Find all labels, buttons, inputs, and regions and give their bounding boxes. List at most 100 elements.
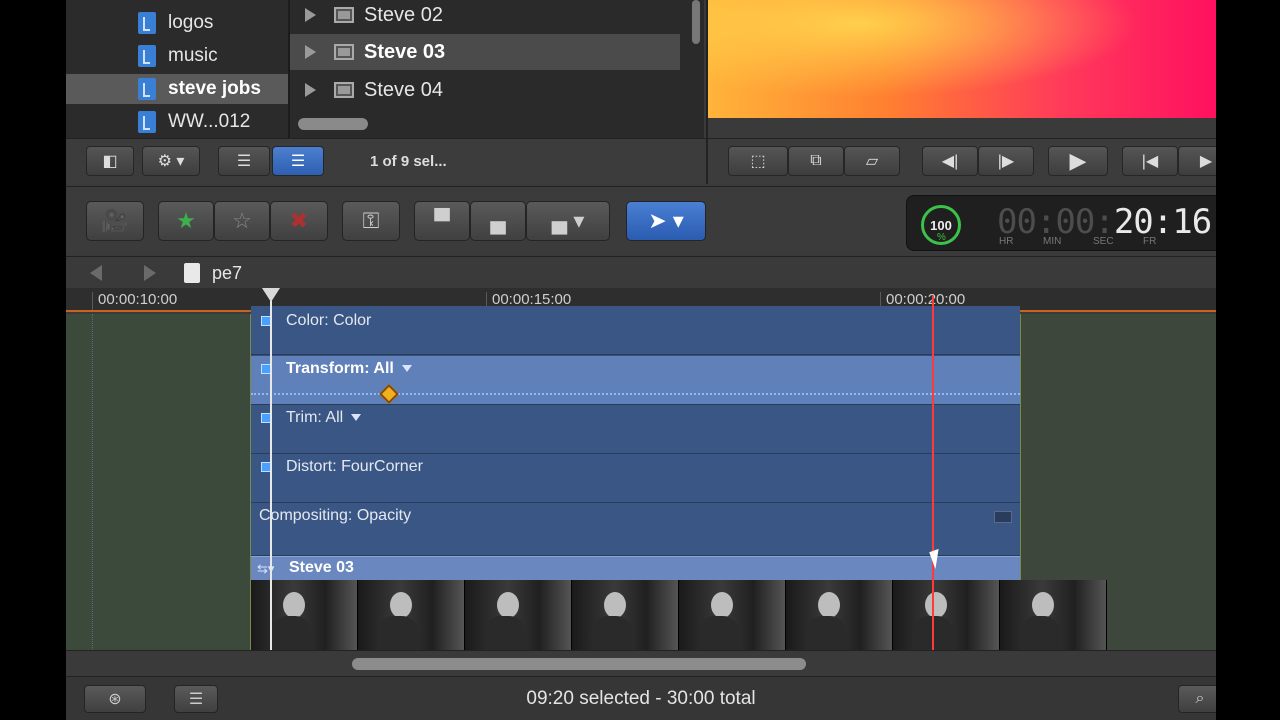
filmstrip-frame <box>786 580 893 650</box>
effect-row-trim[interactable]: Trim: All <box>251 405 1020 454</box>
tc-percent-sign: % <box>937 232 946 243</box>
effect-label-text: Transform: All <box>286 360 394 377</box>
effect-label: Trim: All <box>286 409 362 427</box>
select-tool-button[interactable]: ➤ ▾ <box>626 201 706 241</box>
go-to-start-button[interactable]: |◀ <box>1122 146 1178 176</box>
back-arrow-icon[interactable] <box>90 265 102 281</box>
selection-status: 09:20 selected - 30:00 total <box>526 688 756 709</box>
go-to-end-button[interactable]: ▶ <box>1178 146 1216 176</box>
reject-icon: ✖ <box>289 208 309 233</box>
append-clip-icon: ▄ ▾ <box>551 208 585 233</box>
browser-clip-row[interactable]: Steve 04 <box>290 72 680 108</box>
event-icon <box>138 111 156 133</box>
compositing-toggle-icon[interactable] <box>994 511 1012 523</box>
connect-clip-button[interactable]: ▀ <box>414 201 470 241</box>
previous-frame-icon: ◀| <box>941 153 959 170</box>
forward-arrow-icon[interactable] <box>144 265 156 281</box>
crop-button[interactable]: ⧉ <box>788 146 844 176</box>
dashboard-timecode[interactable]: 100 % 00:00:20:16 HR MIN SEC FR <box>906 195 1216 251</box>
disclosure-arrow-icon[interactable] <box>305 83 316 97</box>
timeline-guide <box>92 314 93 650</box>
browser-clip-row[interactable]: Steve 03 <box>290 34 680 70</box>
browser-clip-row[interactable]: Steve 02 <box>290 0 680 33</box>
filmstrip-view-button[interactable]: ☰ <box>218 146 270 176</box>
toggle-library-button[interactable]: ◧ <box>86 146 134 176</box>
playhead[interactable] <box>270 288 272 650</box>
action-menu-button[interactable]: ⚙ ▾ <box>142 146 200 176</box>
append-clip-button[interactable]: ▄ ▾ <box>526 201 610 241</box>
timeline-header: pe7 <box>66 256 1216 288</box>
magnifier-icon: ⌕ <box>1195 690 1205 707</box>
effect-label: Distort: FourCorner <box>286 458 423 475</box>
project-name: pe7 <box>212 263 243 283</box>
timecode-value: 20:16 <box>1113 202 1212 242</box>
transform-button[interactable]: ⬚ <box>728 146 788 176</box>
library-item-music[interactable]: music <box>66 41 288 71</box>
insert-clip-button[interactable]: ▄ <box>470 201 526 241</box>
timeline-clip-header[interactable]: ⇆▾ Steve 03 <box>251 556 1020 580</box>
timeline-status-bar: ⊛ ☰ 09:20 selected - 30:00 total ⌕ <box>66 676 1216 720</box>
effect-label: Transform: All <box>286 360 412 378</box>
reject-button[interactable]: ✖ <box>270 201 328 241</box>
play-button[interactable]: ▶ <box>1048 146 1108 176</box>
library-item-steve-jobs[interactable]: steve jobs <box>66 74 288 104</box>
viewer-toolbar: ⬚ ⧉ ▱ ◀| |▶ ▶ |◀ ▶ <box>708 138 1216 184</box>
select-tool-icon: ➤ ▾ <box>648 208 684 233</box>
previous-frame-button[interactable]: ◀| <box>922 146 978 176</box>
chevron-down-icon[interactable] <box>351 414 362 422</box>
distort-button[interactable]: ▱ <box>844 146 900 176</box>
filmstrip-view-icon: ☰ <box>236 153 252 170</box>
keyword-button[interactable]: ⚿ <box>342 201 400 241</box>
timeline-clip-name: Steve 03 <box>289 559 354 576</box>
clip-label: Steve 03 <box>364 40 446 63</box>
disclosure-arrow-icon[interactable] <box>305 8 316 22</box>
library-label: music <box>168 45 218 66</box>
project-icon <box>184 263 200 283</box>
filmstrip-frame <box>358 580 465 650</box>
library-item-logos[interactable]: logos <box>66 8 288 38</box>
unrate-star-icon: ☆ <box>232 208 252 233</box>
chevron-down-icon[interactable] <box>401 365 412 373</box>
final-cut-pro-window: logos music steve jobs WW...012 Steve 02… <box>66 0 1216 720</box>
connect-clip-icon: ▀ <box>434 208 450 233</box>
effect-row-color[interactable]: Color: Color <box>251 306 1020 355</box>
browser-horizontal-scrollbar[interactable] <box>298 118 368 130</box>
timeline-scroll-thumb[interactable] <box>352 658 806 670</box>
main-toolbar: 🎥 ★ ☆ ✖ ⚿ ▀ ▄ ▄ ▾ ➤ ▾ 100 % 00:00:20:16 … <box>66 186 1216 252</box>
distort-icon: ▱ <box>865 153 879 170</box>
library-item-ww[interactable]: WW...012 <box>66 107 288 137</box>
libraries-sidebar: logos music steve jobs WW...012 <box>66 0 288 138</box>
go-to-end-icon: ▶ <box>1199 153 1213 170</box>
next-frame-icon: |▶ <box>997 153 1015 170</box>
favorite-star-icon: ★ <box>176 208 196 233</box>
browser-vertical-scrollbar[interactable] <box>692 0 700 44</box>
zoom-button[interactable]: ⌕ <box>1178 685 1216 713</box>
selection-count: 1 of 9 sel... <box>370 153 447 170</box>
effect-row-transform[interactable]: Transform: All <box>251 356 1020 405</box>
favorite-button[interactable]: ★ <box>158 201 214 241</box>
timeline-area[interactable]: Color: Color Transform: All Trim: All Di… <box>66 306 1216 650</box>
skimmer-line <box>932 296 934 650</box>
unrate-button[interactable]: ☆ <box>214 201 270 241</box>
timeline-scroll-track[interactable] <box>66 650 1216 676</box>
tc-unit-min: MIN <box>1043 236 1062 247</box>
clip-label: Steve 04 <box>364 78 443 101</box>
library-label: steve jobs <box>168 78 261 99</box>
tc-percent: 100 <box>930 217 952 233</box>
disclosure-arrow-icon[interactable] <box>305 45 316 59</box>
keyframe-curve <box>251 393 1020 395</box>
tc-unit-hr: HR <box>999 236 1014 247</box>
list-view-button[interactable]: ☰ <box>272 146 324 176</box>
playhead-handle-icon[interactable] <box>262 288 280 302</box>
keyframe-diamond-icon[interactable] <box>379 384 399 404</box>
insert-clip-icon: ▄ <box>490 208 506 233</box>
keyword-icon: ⚿ <box>362 208 380 233</box>
clip-filmstrip[interactable] <box>251 580 1107 650</box>
browser-toolbar: ◧ ⚙ ▾ ☰ ☰ 1 of 9 sel... <box>66 138 706 184</box>
effect-row-distort[interactable]: Distort: FourCorner <box>251 454 1020 503</box>
import-button[interactable]: 🎥 <box>86 201 144 241</box>
play-icon: ▶ <box>1069 148 1087 173</box>
effect-label: Color: Color <box>286 312 372 329</box>
effect-row-compositing[interactable]: Compositing: Opacity <box>251 503 1020 556</box>
next-frame-button[interactable]: |▶ <box>978 146 1034 176</box>
